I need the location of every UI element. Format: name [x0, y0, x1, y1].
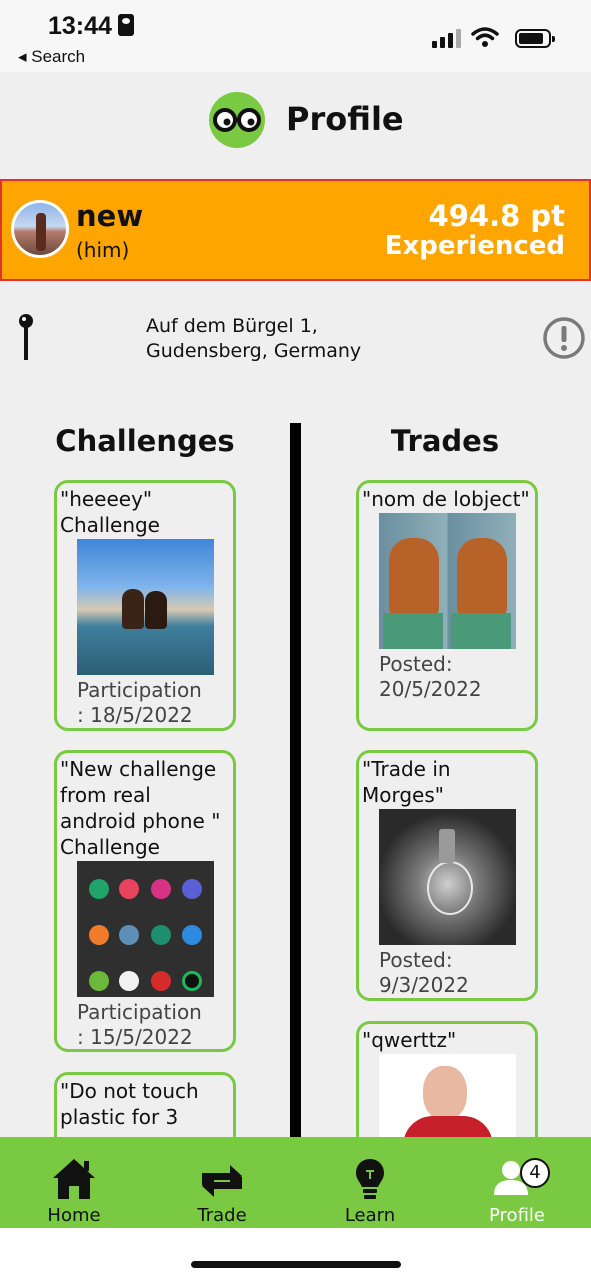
wifi-icon [471, 27, 499, 47]
lightbulb-icon [356, 1159, 384, 1199]
id-badge-icon [117, 14, 134, 36]
user-address: Auf dem Bürgel 1, Gudensberg, Germany [146, 314, 361, 364]
posted-label: Posted: [379, 948, 453, 972]
challenge-card[interactable]: "heeeey" Challenge Participation : 18/5/… [54, 480, 236, 731]
home-indicator-area [0, 1228, 591, 1280]
address-line-1: Auf dem Bürgel 1, [146, 315, 318, 337]
tab-learn[interactable]: Learn [296, 1137, 444, 1228]
user-name: new [76, 199, 144, 233]
tab-profile[interactable]: Profile [443, 1137, 591, 1228]
tab-learn-label: Learn [344, 1205, 396, 1226]
trade-posted-date: Posted: 20/5/2022 [359, 649, 535, 706]
tab-trade[interactable]: Trade [148, 1137, 296, 1228]
app-logo-icon [209, 92, 265, 148]
trade-image [378, 513, 516, 649]
user-points: 494.8 pt [428, 199, 565, 233]
avatar[interactable] [11, 200, 69, 258]
challenge-title: "heeeey" Challenge [60, 487, 160, 537]
tab-home-label: Home [47, 1205, 101, 1226]
participation-label: Participation [77, 1000, 202, 1024]
posted-date: 20/5/2022 [379, 677, 482, 701]
user-summary-card: new (him) 494.8 pt Experienced [0, 179, 591, 281]
challenges-heading: Challenges [55, 424, 235, 458]
challenge-title: "Do not touch plastic for 3 [60, 1079, 199, 1129]
clock-time: 13:44 [48, 12, 112, 40]
page-title: Profile [286, 100, 404, 138]
location-pin-icon [19, 314, 33, 360]
bottom-tab-bar: Home Trade Learn Profile [0, 1137, 591, 1228]
signal-icon [432, 29, 461, 48]
challenge-title: "New challenge from real android phone "… [60, 757, 221, 859]
trade-posted-date: Posted: 9/3/2022 [359, 945, 535, 998]
challenge-participation-date: Participation : 18/5/2022 [57, 675, 233, 728]
column-divider [290, 423, 301, 1143]
trade-card[interactable]: "nom de lobject" Posted: 20/5/2022 [356, 480, 538, 731]
participation-date: : 15/5/2022 [77, 1025, 193, 1049]
participation-date: : 18/5/2022 [77, 703, 193, 727]
battery-icon [515, 29, 555, 48]
trade-repeat-icon [202, 1165, 242, 1197]
app-header: Profile [0, 72, 591, 178]
trade-title: "Trade in Morges" [362, 757, 451, 807]
trades-heading: Trades [390, 424, 500, 458]
trade-image [378, 809, 516, 945]
challenge-image [76, 539, 214, 675]
status-bar: 13:44 ◂ Search [0, 0, 591, 72]
tab-home[interactable]: Home [0, 1137, 148, 1228]
profile-notification-badge: 4 [520, 1158, 550, 1188]
address-line-2: Gudensberg, Germany [146, 340, 362, 362]
challenge-image [76, 861, 214, 997]
clock: 13:44 [48, 12, 134, 41]
trade-title: "nom de lobject" [362, 487, 530, 511]
posted-date: 9/3/2022 [379, 973, 469, 997]
user-pronoun: (him) [76, 238, 130, 262]
participation-label: Participation [77, 678, 202, 702]
back-to-search-link[interactable]: ◂ Search [18, 47, 85, 67]
trade-title: "qwerttz" [362, 1028, 457, 1052]
user-level: Experienced [384, 231, 565, 261]
trade-card[interactable]: "Trade in Morges" Posted: 9/3/2022 [356, 750, 538, 1001]
report-alert-icon[interactable] [543, 317, 585, 359]
challenge-participation-date: Participation : 15/5/2022 [57, 997, 233, 1049]
home-indicator[interactable] [191, 1261, 401, 1268]
home-icon [53, 1159, 95, 1199]
tab-profile-label: Profile [489, 1205, 545, 1226]
posted-label: Posted: [379, 652, 453, 676]
challenge-card[interactable]: "New challenge from real android phone "… [54, 750, 236, 1052]
tab-trade-label: Trade [197, 1205, 247, 1226]
